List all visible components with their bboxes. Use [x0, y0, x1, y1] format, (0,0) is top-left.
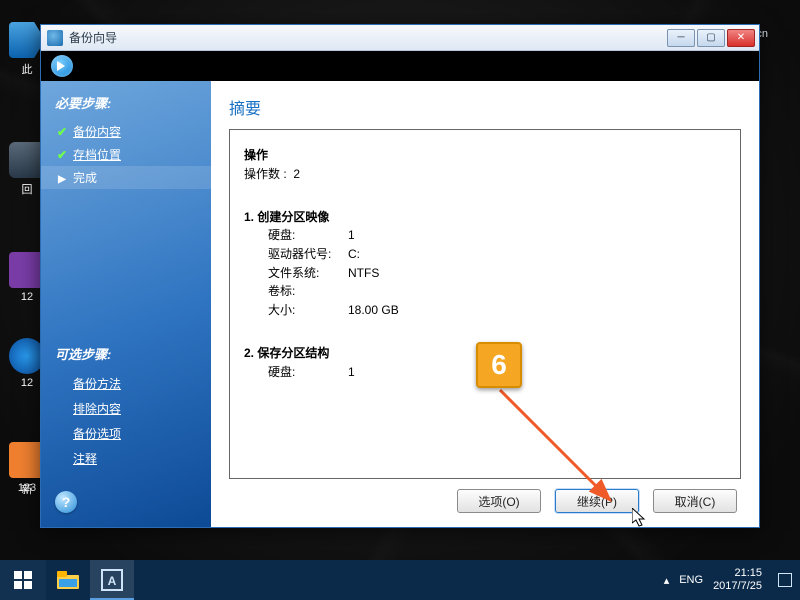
wizard-main: 摘要 操作 操作数 : 2 1. 创建分区映像 硬盘:1 驱动器代号:C: 文件… — [211, 81, 759, 527]
page-title: 摘要 — [229, 95, 741, 119]
checkmark-icon: ✔ — [55, 125, 69, 139]
annotation-step-number: 6 — [476, 342, 522, 388]
maximize-button[interactable]: ▢ — [697, 29, 725, 47]
op1-filesystem: 文件系统:NTFS — [244, 264, 726, 283]
cancel-button[interactable]: 取消(C) — [653, 489, 737, 513]
optional-step-method[interactable]: 备份方法 — [55, 371, 201, 396]
windows-logo-icon — [14, 571, 32, 589]
start-button[interactable] — [0, 560, 46, 600]
step-label: 备份内容 — [73, 123, 121, 140]
tray-chevron-up-icon[interactable]: ▴ — [664, 574, 670, 587]
optional-step-options[interactable]: 备份选项 — [55, 421, 201, 446]
svg-text:A: A — [108, 574, 117, 588]
step-label: 存档位置 — [73, 146, 121, 163]
desktop-icon-label: 此 — [22, 64, 33, 76]
minimize-button[interactable]: ─ — [667, 29, 695, 47]
checkmark-icon: ✔ — [55, 148, 69, 162]
action-count: 操作数 : 2 — [244, 165, 726, 184]
window-title: 备份向导 — [69, 29, 117, 46]
proceed-button[interactable]: 继续(P) — [555, 489, 639, 513]
system-tray[interactable]: ▴ ENG 21:15 2017/7/25 — [656, 567, 800, 592]
mouse-cursor-icon — [632, 508, 648, 530]
acronis-logo-icon — [51, 55, 73, 77]
file-explorer-icon — [57, 571, 79, 589]
desktop-icon-label: 12 — [21, 377, 33, 389]
required-steps-header: 必要步骤: — [55, 93, 201, 112]
op1-title: 1. 创建分区映像 — [244, 208, 726, 227]
step-backup-content[interactable]: ✔ 备份内容 — [55, 120, 201, 143]
wizard-sidebar: 必要步骤: ✔ 备份内容 ✔ 存档位置 完成 可选步骤: 备份方法 排除内容 备… — [41, 81, 211, 527]
optional-step-exclude[interactable]: 排除内容 — [55, 396, 201, 421]
step-label: 完成 — [73, 169, 97, 186]
options-button[interactable]: 选项(O) — [457, 489, 541, 513]
step-finish[interactable]: 完成 — [41, 166, 211, 189]
step-archive-location[interactable]: ✔ 存档位置 — [55, 143, 201, 166]
op1-disk: 硬盘:1 — [244, 226, 726, 245]
summary-section-action: 操作 — [244, 146, 726, 165]
summary-box: 操作 操作数 : 2 1. 创建分区映像 硬盘:1 驱动器代号:C: 文件系统:… — [229, 129, 741, 479]
taskbar-clock[interactable]: 21:15 2017/7/25 — [713, 567, 768, 592]
optional-steps-header: 可选步骤: — [55, 344, 201, 363]
titlebar[interactable]: 备份向导 ─ ▢ ✕ — [41, 25, 759, 51]
taskbar[interactable]: A ▴ ENG 21:15 2017/7/25 — [0, 560, 800, 600]
tray-notifications-icon[interactable] — [778, 573, 792, 587]
op1-size: 大小:18.00 GB — [244, 301, 726, 320]
close-button[interactable]: ✕ — [727, 29, 755, 47]
tray-lang-indicator[interactable]: ENG — [679, 574, 703, 586]
arrow-right-icon — [55, 171, 69, 185]
app-window-icon: A — [101, 569, 123, 591]
backup-wizard-window: 备份向导 ─ ▢ ✕ 必要步骤: ✔ 备份内容 ✔ 存档位置 完成 可选步骤: — [40, 24, 760, 528]
button-row: 选项(O) 继续(P) 取消(C) — [229, 479, 741, 517]
help-button[interactable]: ? — [55, 491, 77, 513]
brand-banner — [41, 51, 759, 81]
taskbar-explorer[interactable] — [46, 560, 90, 600]
op1-drive: 驱动器代号:C: — [244, 245, 726, 264]
app-icon — [47, 30, 63, 46]
taskbar-backup-wizard[interactable]: A — [90, 560, 134, 600]
desktop-icon-label: 12 — [21, 291, 33, 303]
op1-volume: 卷标: — [244, 282, 726, 301]
desktop-icon-label: 123 — [18, 482, 36, 494]
optional-steps: 可选步骤: 备份方法 排除内容 备份选项 注释 — [55, 344, 201, 471]
optional-step-notes[interactable]: 注释 — [55, 446, 201, 471]
desktop-icon-label: 回 — [22, 184, 33, 196]
